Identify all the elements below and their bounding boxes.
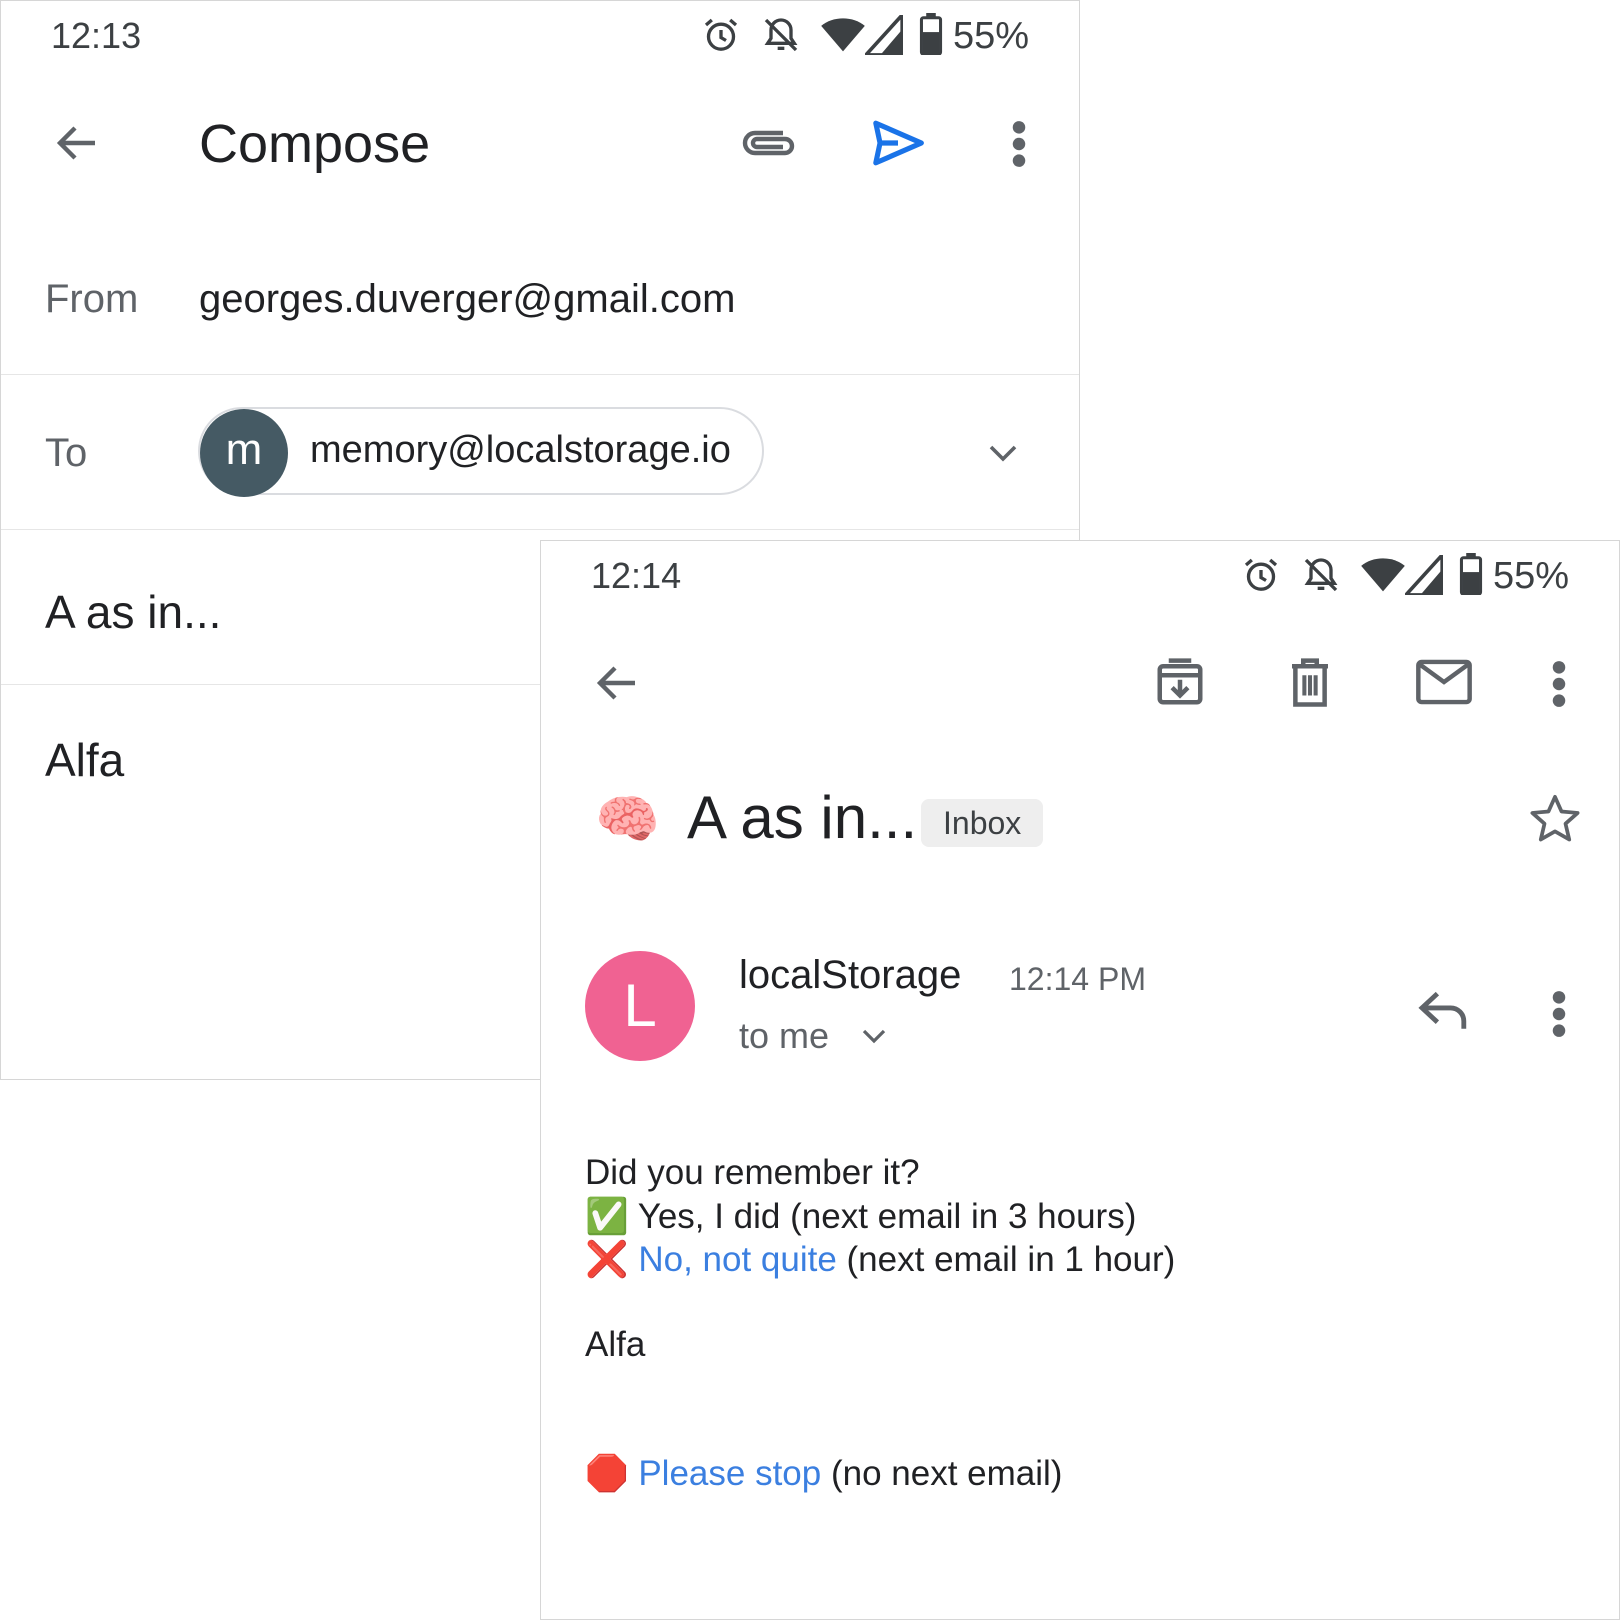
sender-avatar[interactable]: L	[585, 951, 695, 1061]
alarm-icon	[701, 15, 741, 55]
inbox-badge[interactable]: Inbox	[921, 799, 1044, 847]
trash-icon[interactable]	[1285, 655, 1335, 709]
reply-icon[interactable]	[1417, 987, 1471, 1031]
compose-body[interactable]: Alfa	[45, 733, 124, 787]
body-word: Alfa	[585, 1325, 646, 1364]
more-vert-icon[interactable]	[1549, 659, 1569, 709]
stop-link[interactable]: Please stop	[638, 1454, 821, 1493]
email-subject: A as in...	[687, 784, 918, 851]
status-time: 12:13	[51, 15, 142, 56]
subject-field[interactable]: A as in...	[45, 585, 221, 639]
wifi-icon	[1361, 555, 1405, 595]
signal-icon	[1405, 555, 1443, 595]
body-question: Did you remember it?	[585, 1153, 920, 1192]
email-view-screen: 12:14 55% 🧠 A as in... Inbox L localStor…	[540, 540, 1620, 1620]
archive-icon[interactable]	[1153, 655, 1207, 709]
chevron-down-icon[interactable]	[983, 435, 1023, 471]
star-icon[interactable]	[1527, 791, 1583, 847]
status-time: 12:14	[591, 555, 682, 596]
recipient-avatar: m	[200, 409, 288, 497]
body-stop-line: 🛑 Please stop (no next email)	[585, 1453, 1062, 1494]
body-yes-line: ✅ Yes, I did (next email in 3 hours)	[585, 1196, 1136, 1237]
from-label: From	[45, 277, 139, 321]
wifi-icon	[821, 15, 865, 55]
bell-off-icon	[1301, 555, 1341, 595]
brain-emoji: 🧠	[595, 791, 660, 849]
attach-icon[interactable]	[739, 119, 799, 167]
page-title: Compose	[199, 114, 431, 174]
recipient-chip[interactable]: m memory@localstorage.io	[198, 407, 764, 497]
battery-percent: 55%	[953, 15, 1030, 57]
sender-name[interactable]: localStorage	[739, 953, 961, 998]
yes-text: Yes, I did (next email in 3 hours)	[637, 1197, 1137, 1236]
no-text: (next email in 1 hour)	[846, 1240, 1176, 1279]
more-vert-icon[interactable]	[1009, 119, 1029, 169]
check-emoji: ✅	[585, 1197, 629, 1236]
battery-icon	[919, 13, 943, 55]
no-link[interactable]: No, not quite	[638, 1240, 836, 1279]
from-value[interactable]: georges.duverger@gmail.com	[199, 277, 735, 322]
signal-icon	[865, 15, 903, 55]
recipient-summary[interactable]: to me	[739, 1015, 829, 1057]
stop-text: (no next email)	[830, 1454, 1063, 1493]
stop-emoji: 🛑	[585, 1454, 629, 1493]
alarm-icon	[1241, 555, 1281, 595]
divider	[1, 374, 1079, 375]
mail-icon[interactable]	[1415, 657, 1473, 707]
more-vert-icon[interactable]	[1549, 989, 1569, 1039]
bell-off-icon	[761, 15, 801, 55]
back-arrow-icon[interactable]	[593, 659, 641, 707]
send-icon[interactable]	[869, 115, 927, 171]
chevron-down-icon[interactable]	[859, 1021, 889, 1051]
battery-percent: 55%	[1493, 555, 1570, 597]
battery-icon	[1459, 553, 1483, 595]
back-arrow-icon[interactable]	[53, 119, 101, 167]
recipient-email: memory@localstorage.io	[310, 429, 731, 471]
to-label: To	[45, 431, 88, 475]
email-time: 12:14 PM	[1009, 961, 1146, 997]
cross-emoji: ❌	[585, 1240, 629, 1279]
divider	[1, 529, 1079, 530]
body-no-line: ❌ No, not quite (next email in 1 hour)	[585, 1239, 1175, 1280]
